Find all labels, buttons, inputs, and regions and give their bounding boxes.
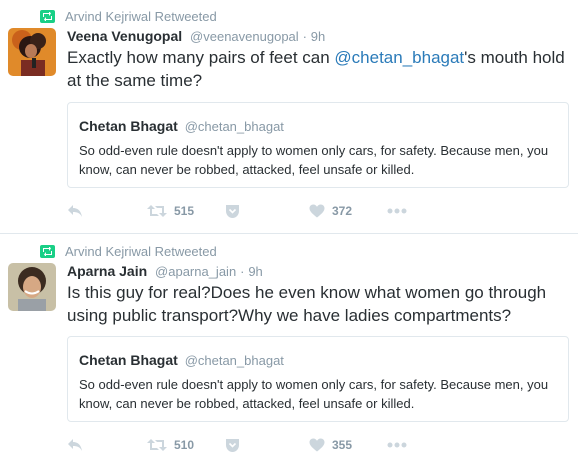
more-button[interactable] [387,436,407,454]
retweet-context: Arvind Kejriwal Retweeted [40,242,217,260]
more-dots-icon [387,442,407,448]
author-handle[interactable]: @veenavenugopal [190,29,299,44]
quoted-tweet-text: So odd-even rule doesn't apply to women … [79,377,549,411]
separator-dot: · [240,264,245,279]
reply-button[interactable] [67,202,83,220]
quoted-tweet-header: Chetan Bhagat @chetan_bhagat [79,117,284,136]
quoted-author-handle: @chetan_bhagat [184,119,284,134]
avatar[interactable] [8,263,56,311]
tweet-header: Veena Venugopal @veenavenugopal · 9h [67,27,325,46]
quoted-author-name: Chetan Bhagat [79,118,178,134]
more-options-button[interactable] [224,436,241,454]
tweet[interactable]: Arvind Kejriwal Retweeted Veena Venugopa… [0,0,578,234]
tweet-header: Aparna Jain @aparna_jain · 9h [67,262,263,281]
retweet-button[interactable]: 515 [147,202,194,220]
tweet-divider [0,233,578,234]
more-dots-icon [387,208,407,214]
retweet-context: Arvind Kejriwal Retweeted [40,7,217,25]
reply-button[interactable] [67,436,83,454]
heart-icon [309,438,325,452]
like-button[interactable]: 355 [309,436,352,454]
quoted-tweet[interactable]: Chetan Bhagat @chetan_bhagat So odd-even… [67,336,569,422]
retweet-icon [147,439,167,451]
mention-link[interactable]: @chetan_bhagat [334,48,464,67]
reply-icon [68,205,82,217]
quoted-author-name: Chetan Bhagat [79,352,178,368]
heart-icon [309,204,325,218]
like-count: 355 [332,438,353,452]
more-options-button[interactable] [224,202,241,220]
author-handle[interactable]: @aparna_jain [155,264,236,279]
more-options-icon [226,438,239,452]
retweet-icon [147,205,167,217]
retweet-count: 515 [174,204,195,218]
tweet-actions: 515 372 [67,202,407,220]
retweeted-by-label: Arvind Kejriwal Retweeted [65,243,217,259]
timestamp[interactable]: 9h [248,264,262,279]
retweet-button[interactable]: 510 [147,436,194,454]
tweet-text-start: Exactly how many pairs of feet can [67,48,335,67]
retweet-count: 510 [174,438,195,452]
author-name[interactable]: Aparna Jain [67,263,147,279]
quoted-tweet-header: Chetan Bhagat @chetan_bhagat [79,351,284,370]
more-options-icon [226,204,239,218]
tweet-text: Is this guy for real?Does he even know w… [67,283,547,325]
like-button[interactable]: 372 [309,202,352,220]
retweet-badge-icon [40,244,55,258]
quoted-author-handle: @chetan_bhagat [184,353,284,368]
tweet-text: Exactly how many pairs of feet can @chet… [67,46,567,92]
reply-icon [68,439,82,451]
more-button[interactable] [387,202,407,220]
retweet-badge-icon [40,9,55,23]
like-count: 372 [332,204,353,218]
separator-dot: · [302,29,307,44]
quoted-tweet-text: So odd-even rule doesn't apply to women … [79,143,549,177]
tweet[interactable]: Arvind Kejriwal Retweeted Aparna Jain @a… [0,235,578,469]
avatar[interactable] [8,28,56,76]
quoted-tweet[interactable]: Chetan Bhagat @chetan_bhagat So odd-even… [67,102,569,188]
author-name[interactable]: Veena Venugopal [67,28,182,44]
tweet-actions: 510 355 [67,436,407,454]
retweeted-by-label: Arvind Kejriwal Retweeted [65,8,217,24]
timestamp[interactable]: 9h [311,29,325,44]
